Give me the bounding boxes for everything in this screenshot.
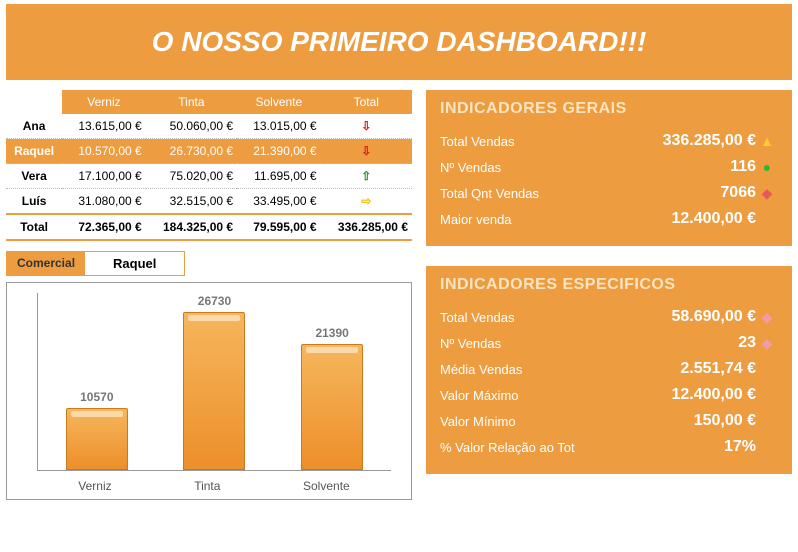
- table-row[interactable]: Vera17.100,00 €75.020,00 €11.695,00 €⇧: [6, 164, 412, 189]
- sales-table: VernizTintaSolventeTotal Ana13.615,00 €5…: [6, 90, 412, 241]
- indicator-row: Maior venda12.400,00 €: [440, 206, 778, 232]
- row-tinta: 50.060,00 €: [146, 114, 237, 139]
- page-title: O NOSSO PRIMEIRO DASHBOARD!!!: [6, 4, 792, 80]
- indicator-shape-icon: ●: [756, 159, 778, 175]
- indicator-row: Total Vendas336.285,00 €▲: [440, 128, 778, 154]
- table-row[interactable]: Raquel10.570,00 €26.730,00 €21.390,00 €⇩: [6, 139, 412, 164]
- chart-bar: 26730: [156, 293, 272, 470]
- left-column: VernizTintaSolventeTotal Ana13.615,00 €5…: [6, 90, 412, 500]
- indicator-shape-icon: ◆: [756, 335, 778, 352]
- indicator-row: Valor Mínimo150,00 €: [440, 408, 778, 434]
- indicator-label: Total Qnt Vendas: [440, 186, 590, 201]
- indicator-value: 12.400,00 €: [590, 386, 756, 404]
- general-indicators-panel: INDICADORES GERAIS Total Vendas336.285,0…: [426, 90, 792, 246]
- indicator-value: 116: [590, 158, 756, 176]
- specific-indicators-title: INDICADORES ESPECIFICOS: [440, 276, 778, 294]
- row-trend-icon: ⇩: [321, 139, 412, 164]
- indicator-value: 7066: [590, 184, 756, 202]
- indicator-value: 17%: [590, 438, 756, 456]
- row-trend-icon: ⇨: [321, 189, 412, 215]
- row-verniz: 17.100,00 €: [62, 164, 146, 189]
- indicator-shape-icon: ◆: [756, 309, 778, 326]
- indicator-label: Total Vendas: [440, 134, 590, 149]
- chart-x-label: Solvente: [303, 479, 350, 493]
- indicator-row: Valor Máximo12.400,00 €: [440, 382, 778, 408]
- table-header: Tinta: [146, 90, 237, 114]
- table-header: [6, 90, 62, 114]
- indicator-label: Nº Vendas: [440, 336, 590, 351]
- row-solvente: 13.015,00 €: [237, 114, 321, 139]
- row-solvente: 21.390,00 €: [237, 139, 321, 164]
- bar-value-label: 10570: [80, 390, 113, 404]
- bar-value-label: 21390: [315, 326, 348, 340]
- indicator-value: 2.551,74 €: [590, 360, 756, 378]
- table-header: Solvente: [237, 90, 321, 114]
- indicator-label: Valor Mínimo: [440, 414, 590, 429]
- row-verniz: 10.570,00 €: [62, 139, 146, 164]
- indicator-row: Total Vendas58.690,00 €◆: [440, 304, 778, 330]
- row-tinta: 75.020,00 €: [146, 164, 237, 189]
- indicator-value: 58.690,00 €: [590, 308, 756, 326]
- main-content: VernizTintaSolventeTotal Ana13.615,00 €5…: [0, 90, 798, 500]
- indicator-label: Valor Máximo: [440, 388, 590, 403]
- row-trend-icon: ⇧: [321, 164, 412, 189]
- right-column: INDICADORES GERAIS Total Vendas336.285,0…: [426, 90, 792, 500]
- general-indicators-title: INDICADORES GERAIS: [440, 100, 778, 118]
- table-row[interactable]: Ana13.615,00 €50.060,00 €13.015,00 €⇩: [6, 114, 412, 139]
- indicator-row: Total Qnt Vendas7066◆: [440, 180, 778, 206]
- row-name: Raquel: [6, 139, 62, 164]
- row-tinta: 32.515,00 €: [146, 189, 237, 215]
- indicator-shape-icon: ▲: [756, 133, 778, 149]
- row-name: Luís: [6, 189, 62, 215]
- selector-value: Raquel: [85, 252, 184, 275]
- row-tinta: 26.730,00 €: [146, 139, 237, 164]
- indicator-row: Nº Vendas23◆: [440, 330, 778, 356]
- sales-chart: 10570 26730 21390 Verniz Tinta Solvente: [6, 282, 412, 500]
- table-header: Total: [321, 90, 412, 114]
- chart-x-label: Verniz: [78, 479, 111, 493]
- indicator-value: 150,00 €: [590, 412, 756, 430]
- specific-indicators-panel: INDICADORES ESPECIFICOS Total Vendas58.6…: [426, 266, 792, 474]
- table-total-row: Total72.365,00 €184.325,00 €79.595,00 €3…: [6, 214, 412, 240]
- table-header: Verniz: [62, 90, 146, 114]
- indicator-value: 336.285,00 €: [590, 132, 756, 150]
- indicator-row: Média Vendas2.551,74 €: [440, 356, 778, 382]
- chart-bar: 10570: [39, 293, 155, 470]
- table-row[interactable]: Luís31.080,00 €32.515,00 €33.495,00 €⇨: [6, 189, 412, 215]
- bar-value-label: 26730: [198, 294, 231, 308]
- indicator-label: Maior venda: [440, 212, 590, 227]
- row-trend-icon: ⇩: [321, 114, 412, 139]
- indicator-row: % Valor Relação ao Tot17%: [440, 434, 778, 460]
- indicator-value: 23: [590, 334, 756, 352]
- chart-x-label: Tinta: [194, 479, 220, 493]
- indicator-label: Média Vendas: [440, 362, 590, 377]
- indicator-row: Nº Vendas116●: [440, 154, 778, 180]
- row-verniz: 31.080,00 €: [62, 189, 146, 215]
- comercial-selector[interactable]: Comercial Raquel: [6, 251, 185, 276]
- indicator-label: Total Vendas: [440, 310, 590, 325]
- chart-bar: 21390: [274, 293, 390, 470]
- selector-label: Comercial: [7, 252, 85, 275]
- row-verniz: 13.615,00 €: [62, 114, 146, 139]
- indicator-label: % Valor Relação ao Tot: [440, 440, 590, 455]
- row-name: Vera: [6, 164, 62, 189]
- row-solvente: 11.695,00 €: [237, 164, 321, 189]
- indicator-value: 12.400,00 €: [590, 210, 756, 228]
- row-name: Ana: [6, 114, 62, 139]
- row-solvente: 33.495,00 €: [237, 189, 321, 215]
- indicator-label: Nº Vendas: [440, 160, 590, 175]
- indicator-shape-icon: ◆: [756, 185, 778, 202]
